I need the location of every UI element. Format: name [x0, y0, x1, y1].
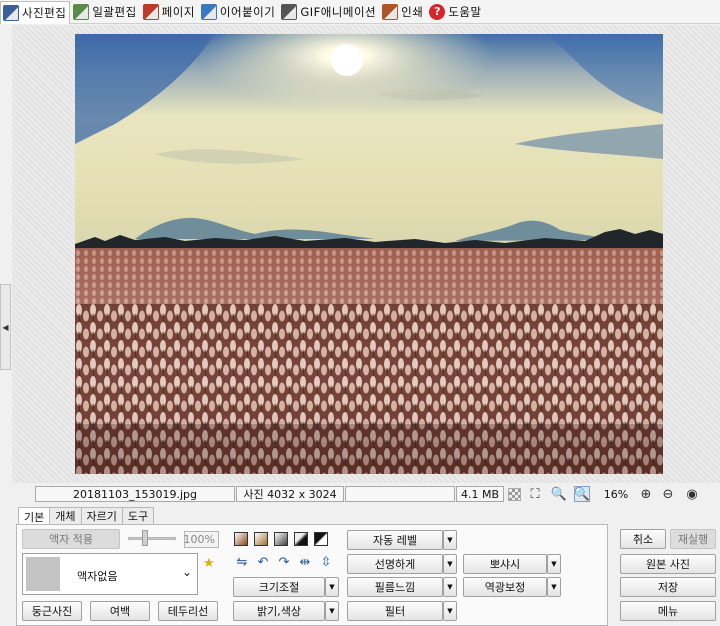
tab-label: 인쇄	[401, 4, 424, 19]
zoom-level: 16%	[603, 487, 629, 501]
flip-icon[interactable]: ⇋	[234, 554, 250, 570]
sharpen-button[interactable]: 선명하게	[347, 554, 443, 574]
zoom-out-icon[interactable]: ⊖	[660, 486, 676, 502]
margin-button[interactable]: 여백	[90, 601, 150, 621]
edit-tab-2[interactable]: 자르기	[80, 507, 123, 524]
tab-page[interactable]: 페이지	[141, 1, 198, 23]
status-filesize: 4.1 MB	[456, 486, 504, 502]
redo-button[interactable]: 재실행	[670, 529, 716, 549]
chevron-down-icon: ⌄	[181, 565, 192, 579]
tab-label: 도움말	[448, 4, 482, 19]
tab-photo-edit[interactable]: 사진편집	[0, 0, 71, 24]
transform-tools: ⇋ ↶ ↷ ⇹ ⇳	[234, 554, 339, 570]
preset-sepia[interactable]	[234, 532, 248, 546]
film-look-button[interactable]: 필름느낌	[347, 577, 443, 597]
resize-button[interactable]: 크기조절	[233, 577, 325, 597]
brightness-color-dropdown[interactable]: ▼	[325, 601, 339, 621]
flip-horizontal-icon[interactable]: ⇹	[297, 554, 313, 570]
tab-gif-animation[interactable]: GIF애니메이션	[279, 1, 379, 23]
tab-label: 일괄편집	[92, 4, 137, 19]
rotate-right-icon[interactable]: ↷	[276, 554, 292, 570]
preset-invert[interactable]	[314, 532, 328, 546]
original-photo-button[interactable]: 원본 사진	[620, 554, 716, 574]
tab-batch-edit[interactable]: 일괄편집	[71, 1, 139, 23]
edit-tab-0[interactable]: 기본	[18, 507, 51, 525]
print-icon	[382, 3, 399, 20]
opacity-value: 100%	[184, 531, 219, 548]
menu-button[interactable]: 메뉴	[620, 601, 716, 621]
gif-animation-icon	[281, 3, 298, 20]
gradient-presets	[234, 532, 334, 546]
frame-preview	[26, 557, 60, 591]
edit-tab-3[interactable]: 도구	[121, 507, 155, 524]
frame-apply-button[interactable]: 액자 적용	[22, 529, 120, 549]
batch-edit-icon	[73, 3, 90, 20]
brightness-color-button[interactable]: 밝기,색상	[233, 601, 325, 621]
chevron-left-icon: ◀	[2, 322, 9, 332]
tab-label: 사진편집	[22, 5, 67, 20]
sharpen-dropdown[interactable]: ▼	[443, 554, 457, 574]
cancel-button[interactable]: 취소	[620, 529, 666, 549]
rounded-photo-button[interactable]: 둥근사진	[22, 601, 82, 621]
merge-icon	[200, 3, 217, 20]
tab-label: GIF애니메이션	[300, 4, 377, 19]
fit-screen-icon[interactable]: ⛶	[527, 486, 543, 502]
tab-label: 이어붙이기	[219, 4, 276, 19]
tab-help[interactable]: ? 도움말	[427, 1, 484, 23]
auto-level-button[interactable]: 자동 레벨	[347, 530, 443, 550]
status-dimensions: 사진 4032 x 3024	[236, 486, 344, 502]
frame-select[interactable]: 액자없음 ⌄	[22, 553, 198, 595]
tab-print[interactable]: 인쇄	[380, 1, 426, 23]
zoom-fit-icon[interactable]: 🔍	[574, 486, 590, 502]
edit-tab-bar: 기본 개체 자르기 도구	[18, 507, 155, 525]
frame-select-label: 액자없음	[77, 570, 118, 583]
opacity-slider-track[interactable]	[128, 537, 176, 540]
preset-gray[interactable]	[274, 532, 288, 546]
bokeh-dropdown[interactable]: ▼	[547, 554, 561, 574]
film-look-dropdown[interactable]: ▼	[443, 577, 457, 597]
border-line-button[interactable]: 테두리선	[158, 601, 218, 621]
photo-edit-icon	[3, 4, 19, 21]
preset-warm[interactable]	[254, 532, 268, 546]
save-button[interactable]: 저장	[620, 577, 716, 597]
preset-contrast[interactable]	[294, 532, 308, 546]
bokeh-button[interactable]: 뽀샤시	[463, 554, 547, 574]
side-panel-toggle[interactable]: ◀	[0, 284, 11, 370]
settings-icon[interactable]: ◉	[684, 486, 700, 502]
main-tab-bar: 사진편집 일괄편집 페이지 이어붙이기 GIF애니메이션 인쇄? 도움말	[0, 0, 720, 24]
status-bar: 20181103_153019.jpg 사진 4032 x 3024 4.1 M…	[0, 484, 720, 504]
status-extra	[345, 486, 455, 502]
backlight-fix-button[interactable]: 역광보정	[463, 577, 547, 597]
photo-image	[75, 34, 663, 474]
flip-vertical-icon[interactable]: ⇳	[318, 554, 334, 570]
resize-dropdown[interactable]: ▼	[325, 577, 339, 597]
opacity-slider-thumb[interactable]	[142, 530, 148, 546]
auto-level-dropdown[interactable]: ▼	[443, 530, 457, 550]
zoom-actual-icon[interactable]: 🔍	[551, 486, 567, 502]
favorite-star-icon[interactable]: ★	[203, 556, 215, 571]
edit-tab-1[interactable]: 개체	[49, 507, 82, 524]
tab-merge[interactable]: 이어붙이기	[199, 1, 278, 23]
photo-canvas[interactable]	[75, 34, 663, 474]
transparency-icon[interactable]	[508, 488, 521, 501]
zoom-in-icon[interactable]: ⊕	[638, 486, 654, 502]
page-icon	[142, 3, 159, 20]
backlight-fix-dropdown[interactable]: ▼	[547, 577, 561, 597]
status-filename: 20181103_153019.jpg	[35, 486, 235, 502]
rotate-left-icon[interactable]: ↶	[255, 554, 271, 570]
filter-dropdown[interactable]: ▼	[443, 601, 457, 621]
filter-button[interactable]: 필터	[347, 601, 443, 621]
help-icon: ?	[429, 3, 446, 20]
tab-label: 페이지	[161, 4, 195, 19]
